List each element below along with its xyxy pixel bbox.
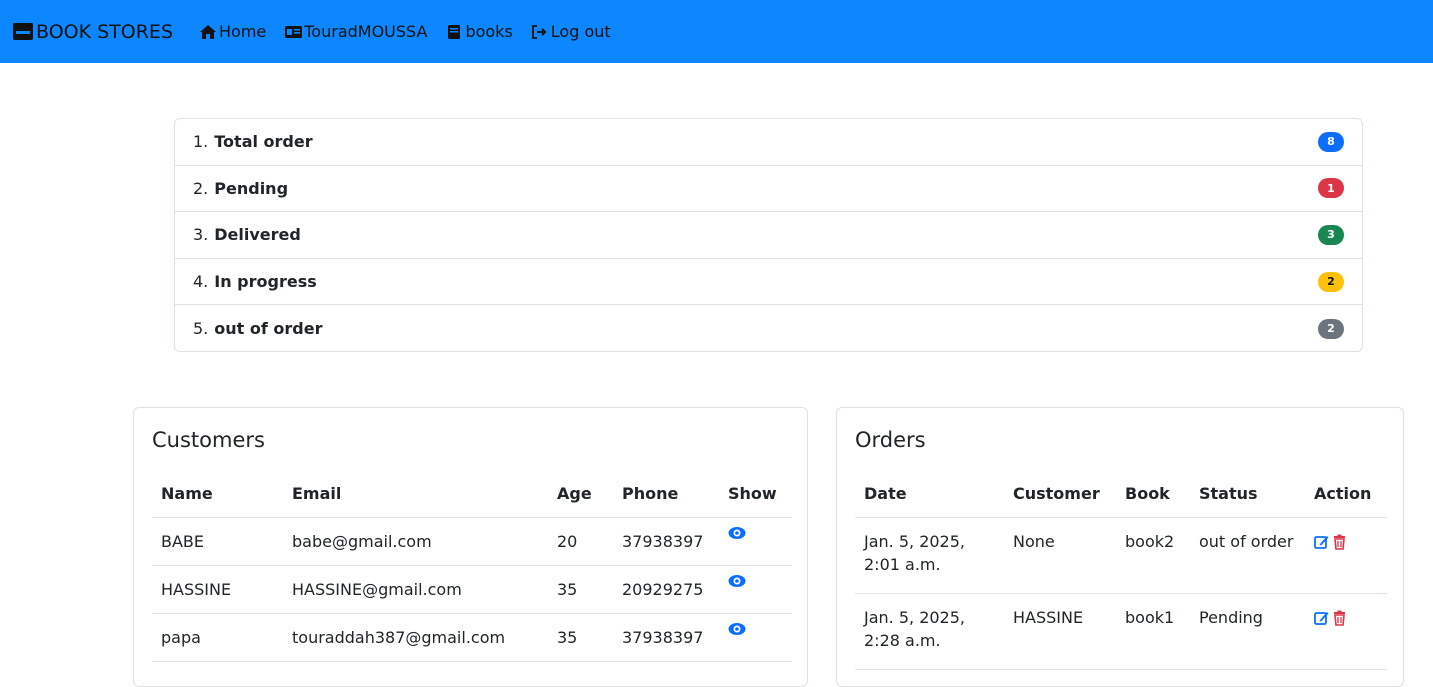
table-row: Jan. 5, 2025, 2:28 a.m. HASSINE book1 Pe… bbox=[855, 593, 1387, 670]
customers-title: Customers bbox=[152, 428, 265, 452]
table-row: BABE babe@gmail.com 20 37938397 bbox=[152, 517, 792, 566]
order-customer: HASSINE bbox=[1004, 593, 1116, 670]
customer-email: touraddah387@gmail.com bbox=[283, 613, 548, 662]
store-icon bbox=[12, 22, 34, 41]
column-header: Action bbox=[1305, 471, 1387, 518]
status-number: 4. bbox=[193, 272, 209, 292]
status-item-in-progress: 4. In progress 2 bbox=[175, 259, 1362, 306]
column-header: Customer bbox=[1004, 471, 1116, 518]
customers-table: Name Email Age Phone Show BABE babe@gmai… bbox=[152, 471, 792, 662]
eye-icon[interactable] bbox=[728, 526, 746, 540]
action-cell bbox=[1305, 593, 1387, 670]
status-number: 1. bbox=[193, 132, 209, 152]
nav-link-books[interactable]: books bbox=[445, 22, 513, 41]
customer-name: papa bbox=[152, 613, 283, 662]
order-date: Jan. 5, 2025, 2:28 a.m. bbox=[855, 593, 1004, 670]
show-cell bbox=[719, 613, 792, 662]
customer-age: 35 bbox=[548, 613, 613, 662]
status-label: out of order bbox=[214, 319, 323, 339]
brand-label: BOOK STORES bbox=[36, 20, 173, 43]
customer-name: BABE bbox=[152, 517, 283, 566]
status-number: 5. bbox=[193, 319, 209, 339]
top-navbar: BOOK STORES Home TouradMOUSSA books Log … bbox=[0, 0, 1433, 63]
status-item-pending: 2. Pending 1 bbox=[175, 166, 1362, 213]
column-header: Name bbox=[152, 471, 283, 518]
eye-icon[interactable] bbox=[728, 622, 746, 636]
orders-table: Date Customer Book Status Action Jan. 5,… bbox=[855, 471, 1387, 670]
status-badge: 8 bbox=[1318, 131, 1344, 152]
book-icon bbox=[445, 24, 463, 40]
customer-phone: 37938397 bbox=[613, 613, 719, 662]
status-label: In progress bbox=[214, 272, 317, 292]
status-number: 2. bbox=[193, 178, 209, 198]
status-item-out-of-order: 5. out of order 2 bbox=[175, 305, 1362, 352]
customer-name: HASSINE bbox=[152, 565, 283, 614]
status-item-delivered: 3. Delivered 3 bbox=[175, 212, 1362, 259]
customer-age: 20 bbox=[548, 517, 613, 566]
action-icons bbox=[1314, 534, 1347, 550]
status-number: 3. bbox=[193, 225, 209, 245]
order-status: Pending bbox=[1190, 593, 1305, 670]
column-header: Date bbox=[855, 471, 1004, 518]
customer-age: 35 bbox=[548, 565, 613, 614]
table-header-row: Date Customer Book Status Action bbox=[855, 471, 1387, 518]
nav-link-label: Home bbox=[219, 22, 267, 41]
status-label: Total order bbox=[214, 132, 313, 152]
status-badge: 2 bbox=[1318, 271, 1344, 292]
trash-icon[interactable] bbox=[1332, 534, 1347, 550]
brand[interactable]: BOOK STORES bbox=[12, 21, 173, 43]
order-date: Jan. 5, 2025, 2:01 a.m. bbox=[855, 517, 1004, 594]
customer-email: babe@gmail.com bbox=[283, 517, 548, 566]
nav-link-home[interactable]: Home bbox=[199, 22, 266, 41]
customers-card: Customers Name Email Age Phone Show BABE… bbox=[133, 407, 808, 687]
show-cell bbox=[719, 565, 792, 614]
order-book: book2 bbox=[1116, 517, 1190, 594]
show-cell bbox=[719, 517, 792, 566]
orders-card: Orders Date Customer Book Status Action … bbox=[836, 407, 1404, 687]
orders-title: Orders bbox=[855, 428, 926, 452]
logout-icon bbox=[531, 24, 549, 40]
action-cell bbox=[1305, 517, 1387, 594]
order-status-list: 1. Total order 8 2. Pending 1 3. Deliver… bbox=[174, 118, 1363, 352]
action-icons bbox=[1314, 610, 1347, 626]
nav-link-label: books bbox=[465, 22, 513, 41]
customer-phone: 37938397 bbox=[613, 517, 719, 566]
nav-link-profile[interactable]: TouradMOUSSA bbox=[284, 22, 427, 41]
eye-icon[interactable] bbox=[728, 574, 746, 588]
home-icon bbox=[199, 24, 217, 40]
table-row: papa touraddah387@gmail.com 35 37938397 bbox=[152, 613, 792, 662]
column-header: Status bbox=[1190, 471, 1305, 518]
customer-phone: 20929275 bbox=[613, 565, 719, 614]
table-header-row: Name Email Age Phone Show bbox=[152, 471, 792, 518]
column-header: Show bbox=[719, 471, 792, 518]
order-status: out of order bbox=[1190, 517, 1305, 594]
order-book: book1 bbox=[1116, 593, 1190, 670]
customer-email: HASSINE@gmail.com bbox=[283, 565, 548, 614]
nav-link-logout[interactable]: Log out bbox=[531, 22, 611, 41]
status-badge: 3 bbox=[1318, 224, 1344, 245]
column-header: Email bbox=[283, 471, 548, 518]
column-header: Phone bbox=[613, 471, 719, 518]
table-row: HASSINE HASSINE@gmail.com 35 20929275 bbox=[152, 565, 792, 614]
id-card-icon bbox=[284, 24, 303, 40]
trash-icon[interactable] bbox=[1332, 610, 1347, 626]
nav-link-label: TouradMOUSSA bbox=[304, 22, 428, 41]
edit-icon[interactable] bbox=[1314, 610, 1329, 626]
column-header: Age bbox=[548, 471, 613, 518]
nav-link-label: Log out bbox=[550, 22, 611, 41]
status-item-total: 1. Total order 8 bbox=[175, 119, 1362, 166]
status-badge: 1 bbox=[1318, 178, 1344, 199]
table-row: Jan. 5, 2025, 2:01 a.m. None book2 out o… bbox=[855, 517, 1387, 594]
edit-icon[interactable] bbox=[1314, 534, 1329, 550]
column-header: Book bbox=[1116, 471, 1190, 518]
status-label: Delivered bbox=[214, 225, 301, 245]
status-label: Pending bbox=[214, 178, 289, 198]
status-badge: 2 bbox=[1318, 318, 1344, 339]
order-customer: None bbox=[1004, 517, 1116, 594]
